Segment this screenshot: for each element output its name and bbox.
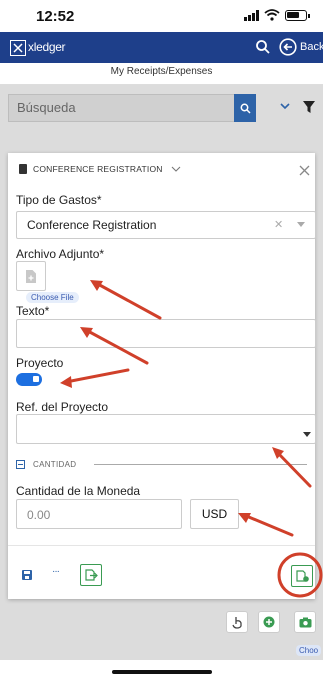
modal-title: CONFERENCE REGISTRATION [33, 164, 163, 174]
expense-type-select[interactable]: Conference Registration ✕ [16, 211, 316, 239]
search-icon [240, 103, 251, 114]
project-ref-label: Ref. del Proyecto [16, 400, 109, 414]
document-icon [19, 164, 27, 174]
home-indicator [112, 670, 212, 674]
expense-modal: CONFERENCE REGISTRATION Tipo de Gastos* … [8, 153, 316, 599]
back-label[interactable]: Back [300, 41, 323, 53]
attachment-label: Archivo Adjunto* [16, 247, 105, 261]
search-icon[interactable] [255, 39, 271, 55]
file-add-icon [26, 269, 36, 283]
status-bar: 12:52 [0, 0, 323, 32]
section-label: CANTIDAD [33, 460, 77, 469]
amount-section-header[interactable]: CANTIDAD [16, 458, 307, 472]
search-input[interactable]: Búsqueda [8, 94, 234, 122]
footer-divider [8, 545, 315, 546]
amount-value: 0.00 [27, 508, 51, 522]
caret-down-icon[interactable] [303, 432, 311, 437]
plus-circle-icon [263, 616, 275, 628]
project-label: Proyecto [16, 356, 64, 370]
save-and-new-button[interactable] [80, 564, 102, 586]
search-button[interactable] [234, 94, 256, 122]
section-divider [94, 464, 307, 465]
more-button[interactable]: ··· [52, 566, 60, 577]
collapse-icon[interactable] [16, 460, 25, 469]
toggle-knob [33, 376, 39, 382]
camera-icon [299, 617, 311, 627]
xledger-logo-icon [10, 40, 26, 56]
signal-icon [244, 9, 259, 21]
project-ref-select[interactable] [16, 414, 316, 444]
back-arrow-icon[interactable] [279, 38, 297, 56]
app-header: xledger Back [0, 32, 323, 63]
project-toggle[interactable] [16, 373, 42, 386]
touch-button[interactable] [226, 611, 248, 633]
battery-icon [285, 9, 310, 21]
document-arrow-icon [84, 569, 98, 581]
status-icons [244, 9, 310, 21]
submit-button[interactable] [291, 565, 313, 587]
status-time: 12:52 [36, 8, 75, 25]
text-input[interactable] [16, 319, 316, 348]
expense-type-label: Tipo de Gastos* [16, 193, 102, 207]
close-icon[interactable] [299, 165, 310, 176]
chevron-down-icon[interactable] [171, 164, 181, 174]
page-title: My Receipts/Expenses [110, 66, 213, 77]
attachment-upload[interactable] [16, 261, 46, 291]
hand-pointer-icon [231, 616, 242, 629]
choose-file-chip[interactable]: Choo [296, 645, 322, 656]
filter-icon[interactable] [302, 100, 316, 114]
modal-header: CONFERENCE REGISTRATION [8, 153, 315, 187]
clear-icon[interactable]: ✕ [274, 218, 283, 231]
logo-text: xledger [28, 40, 66, 54]
add-button[interactable] [258, 611, 280, 633]
chevron-down-icon[interactable] [279, 100, 291, 112]
save-icon[interactable] [22, 570, 32, 580]
text-label: Texto* [16, 304, 50, 318]
document-check-icon [295, 570, 309, 582]
currency-field[interactable]: USD [190, 499, 239, 529]
caret-down-icon[interactable] [297, 222, 305, 227]
choose-file-button[interactable]: Choose File [26, 292, 79, 303]
expense-type-value: Conference Registration [27, 218, 157, 232]
amount-input[interactable]: 0.00 [16, 499, 182, 529]
camera-button[interactable] [294, 611, 316, 633]
wifi-icon [264, 9, 280, 21]
amount-label: Cantidad de la Moneda [16, 484, 141, 498]
